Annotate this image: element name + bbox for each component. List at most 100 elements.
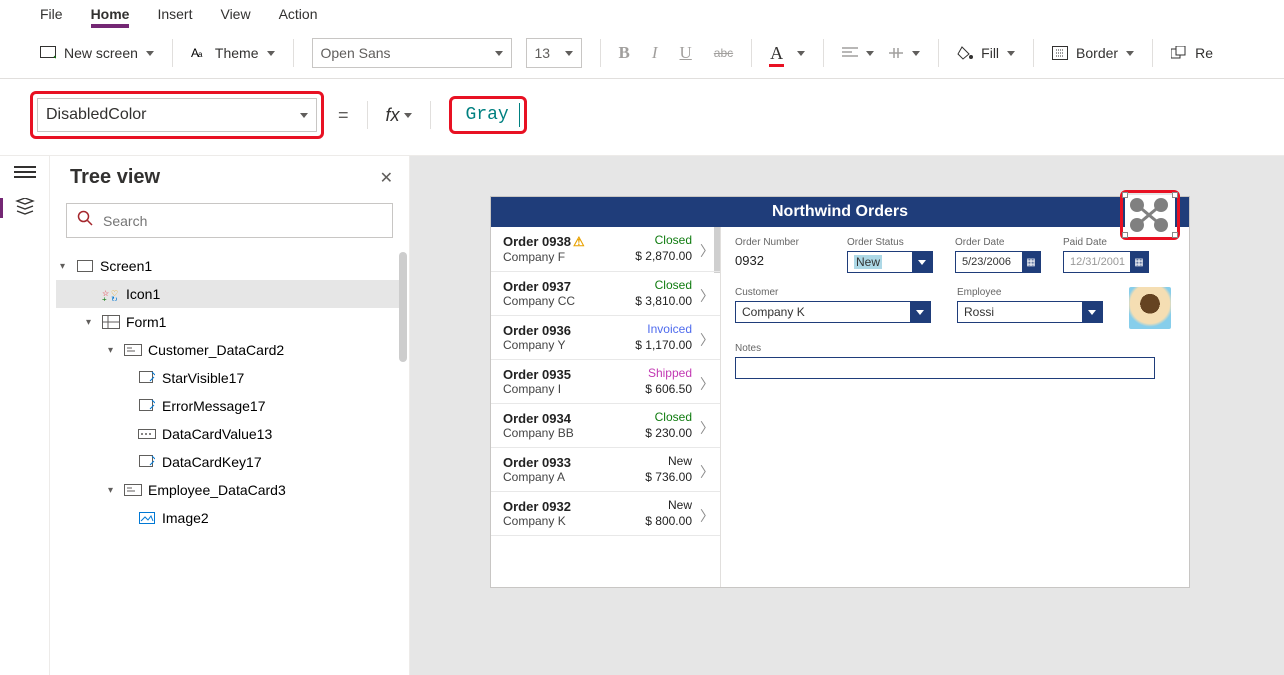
formula-value-highlight: Gray [449, 96, 527, 134]
order-date-input[interactable]: 5/23/2006▦ [955, 251, 1041, 273]
screen-icon [40, 45, 56, 61]
rail-active-indicator [0, 198, 3, 218]
list-item[interactable]: Order 0936Company YInvoiced$ 1,170.00〉 [491, 316, 720, 360]
chevron-down-icon [1082, 302, 1102, 322]
order-status: New [668, 498, 692, 512]
employee-combo[interactable]: Rossi [957, 301, 1103, 323]
chevron-down-icon [912, 252, 932, 272]
separator [293, 39, 294, 67]
list-item[interactable]: Order 0932Company KNew$ 800.00〉 [491, 492, 720, 536]
tree-item-starvisible[interactable]: StarVisible17 [56, 364, 401, 392]
order-list: Order 0938⚠Company FClosed$ 2,870.00〉Ord… [491, 227, 721, 587]
tree-item-errormessage[interactable]: ErrorMessage17 [56, 392, 401, 420]
app-title: Northwind Orders [491, 197, 1189, 227]
close-icon[interactable]: ✕ [380, 168, 393, 188]
tree-item-customer-card[interactable]: ▾Customer_DataCard2 [56, 336, 401, 364]
list-item[interactable]: Order 0934Company BBClosed$ 230.00〉 [491, 404, 720, 448]
tree-item-datacardvalue[interactable]: DataCardValue13 [56, 420, 401, 448]
formula-input[interactable]: Gray [456, 103, 520, 127]
list-item[interactable]: Order 0935Company IShipped$ 606.50〉 [491, 360, 720, 404]
fx-button[interactable]: fx [386, 105, 412, 126]
canvas-selected-icon[interactable] [1125, 195, 1175, 235]
order-status: Closed [655, 410, 692, 424]
customer-combo[interactable]: Company K [735, 301, 931, 323]
separator [430, 101, 431, 129]
search-icon [77, 210, 93, 231]
separator [938, 39, 939, 67]
menu-view[interactable]: View [220, 6, 250, 28]
datacard-icon [124, 483, 142, 497]
menu-action[interactable]: Action [279, 6, 318, 28]
chevron-right-icon: 〉 [700, 462, 714, 482]
valign-icon [888, 45, 904, 61]
list-item[interactable]: Order 0938⚠Company FClosed$ 2,870.00〉 [491, 227, 720, 272]
order-id: Order 0932 [503, 499, 692, 514]
tree-item-screen1[interactable]: ▾Screen1 [56, 252, 401, 280]
label-icon [138, 371, 156, 385]
align-icon [842, 45, 858, 61]
italic-button[interactable]: I [652, 43, 658, 63]
fill-icon [957, 45, 973, 61]
separator [751, 39, 752, 67]
order-amount: $ 800.00 [645, 514, 692, 528]
chevron-down-icon [404, 113, 412, 118]
chevron-right-icon: 〉 [700, 374, 714, 394]
tree-item-datacardkey[interactable]: DataCardKey17 [56, 448, 401, 476]
underline-button[interactable]: U [680, 43, 692, 63]
tree-view-rail-icon[interactable] [15, 198, 35, 221]
menu-home[interactable]: Home [91, 6, 130, 28]
font-size-value: 13 [535, 45, 551, 61]
list-item[interactable]: Order 0937Company CCClosed$ 3,810.00〉 [491, 272, 720, 316]
align-button[interactable] [842, 45, 874, 61]
tree-search[interactable] [66, 203, 393, 238]
valign-button[interactable] [888, 45, 920, 61]
separator [823, 39, 824, 67]
icon-group-icon: ☆♡+↻ [102, 287, 120, 301]
datacard-icon [124, 343, 142, 357]
font-size-dropdown[interactable]: 13 [526, 38, 582, 68]
chevron-right-icon: 〉 [700, 330, 714, 350]
value-icon [138, 427, 156, 441]
fill-button[interactable]: Fill [957, 45, 1015, 61]
reorder-button[interactable]: Re [1171, 45, 1213, 61]
order-amount: $ 230.00 [645, 426, 692, 440]
employee-avatar [1129, 287, 1171, 329]
strikethrough-button[interactable]: abc [714, 46, 733, 60]
chevron-down-icon [1007, 51, 1015, 56]
menu-file[interactable]: File [40, 6, 63, 28]
chevron-down-icon [495, 51, 503, 56]
chevron-down-icon [300, 113, 308, 118]
property-dropdown[interactable]: DisabledColor [37, 98, 317, 132]
theme-button[interactable]: Aa Theme [191, 45, 275, 61]
order-amount: $ 606.50 [645, 382, 692, 396]
menu-insert[interactable]: Insert [157, 6, 192, 28]
bold-button[interactable]: B [619, 43, 630, 63]
paid-date-input[interactable]: 12/31/2001▦ [1063, 251, 1149, 273]
scrollbar-thumb[interactable] [399, 252, 407, 362]
font-family-dropdown[interactable]: Open Sans [312, 38, 512, 68]
tree-item-image2[interactable]: Image2 [56, 504, 401, 532]
tree-item-employee-card[interactable]: ▾Employee_DataCard3 [56, 476, 401, 504]
hamburger-icon[interactable] [14, 166, 36, 184]
border-button[interactable]: Border [1052, 45, 1134, 61]
tree-item-form1[interactable]: ▾Form1 [56, 308, 401, 336]
list-item[interactable]: Order 0933Company ANew$ 736.00〉 [491, 448, 720, 492]
tree-item-icon1[interactable]: ☆♡+↻Icon1 [56, 280, 401, 308]
font-color-button[interactable]: A [770, 43, 805, 64]
notes-input[interactable] [735, 357, 1155, 379]
order-status-combo[interactable]: New [847, 251, 933, 273]
new-screen-label: New screen [64, 45, 138, 61]
order-status: Shipped [648, 366, 692, 380]
separator [367, 101, 368, 129]
canvas-selection-highlight [1120, 190, 1180, 240]
canvas[interactable]: Northwind Orders Order 0938⚠Company FClo… [410, 156, 1284, 675]
search-input[interactable] [103, 213, 382, 229]
order-amount: $ 2,870.00 [635, 249, 692, 263]
tree-panel: Tree view ✕ ▾Screen1 ☆♡+↻Icon1 ▾Form1 ▾C… [50, 156, 410, 675]
order-status-label: Order Status [847, 237, 933, 248]
label-icon [138, 455, 156, 469]
screen-icon [76, 259, 94, 273]
new-screen-button[interactable]: New screen [40, 45, 154, 61]
order-date-label: Order Date [955, 237, 1041, 248]
property-dropdown-highlight: DisabledColor [30, 91, 324, 139]
